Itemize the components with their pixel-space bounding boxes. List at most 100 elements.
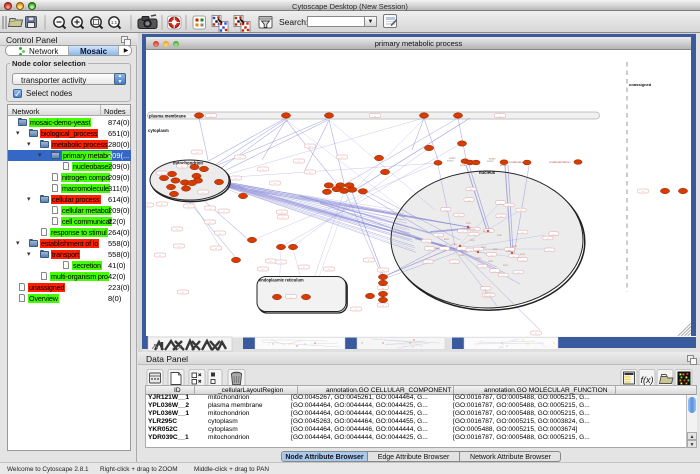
svg-text:․․․: ․․․ (437, 234, 440, 237)
svg-text:․․․: ․․․ (262, 168, 265, 171)
svg-text:․․․: ․․․ (521, 231, 524, 234)
svg-text:․․․: ․․․ (374, 115, 377, 118)
svg-text:․․․: ․․․ (547, 237, 550, 240)
svg-text:xxxx: xxxx (488, 260, 494, 263)
svg-text:․․․: ․․․ (281, 211, 284, 214)
svg-text:․․․: ․․․ (182, 291, 185, 294)
svg-text:xxxx: xxxx (470, 228, 476, 231)
svg-text:․․․: ․․․ (223, 210, 226, 213)
svg-text:xxxx: xxxx (506, 250, 512, 253)
svg-text:unassigned: unassigned (629, 82, 652, 87)
svg-text:xxxx: xxxx (444, 238, 450, 241)
svg-text:xxxxx: xxxxx (519, 161, 526, 164)
svg-text:․․․: ․․․ (309, 145, 312, 148)
svg-text:․․․: ․․․ (489, 294, 492, 297)
svg-text:xxxx: xxxx (483, 230, 489, 233)
svg-text:․․․: ․․․ (461, 230, 464, 233)
svg-text:․․․: ․․․ (513, 255, 516, 258)
svg-text:․․․: ․․․ (473, 233, 476, 236)
svg-text:․․․: ․․․ (355, 308, 358, 311)
svg-text:․․․: ․․․ (298, 160, 301, 163)
svg-text:endoplasmic reticulum: endoplasmic reticulum (259, 278, 304, 283)
svg-text:xxxx: xxxx (493, 248, 499, 251)
svg-text:․․․: ․․․ (181, 165, 184, 168)
svg-text:․․․: ․․․ (161, 172, 164, 175)
svg-text:․․․: ․․․ (642, 190, 645, 193)
svg-text:․․․: ․․․ (468, 199, 471, 202)
svg-text:․․․: ․․․ (202, 191, 205, 194)
svg-text:․․․: ․․․ (481, 265, 484, 268)
svg-text:․․․: ․․․ (309, 171, 312, 174)
svg-text:․․․: ․․․ (493, 270, 496, 273)
svg-text:․․․: ․․․ (517, 271, 520, 274)
svg-text:․․․: ․․․ (499, 202, 502, 205)
svg-text:․․․: ․․․ (235, 177, 238, 180)
svg-text:․․․: ․․․ (427, 261, 430, 264)
svg-text:․․․: ․․․ (443, 248, 446, 251)
svg-text:․․․: ․․․ (341, 156, 344, 159)
svg-text:․․․: ․․․ (382, 287, 385, 290)
svg-text:xxxxx: xxxxx (460, 164, 467, 167)
svg-text:․․․: ․․․ (215, 247, 218, 250)
svg-text:․․․: ․․․ (209, 207, 212, 210)
svg-text:․․․: ․․․ (303, 266, 306, 269)
svg-text:․․․: ․․․ (425, 240, 428, 243)
svg-text:․․․: ․․․ (500, 215, 503, 218)
svg-text:xxxxx: xxxxx (489, 158, 496, 161)
svg-text:․․․: ․․․ (502, 274, 505, 277)
svg-text:․․․: ․․․ (219, 232, 222, 235)
svg-text:․․․: ․․․ (490, 253, 493, 256)
svg-text:․․․: ․․․ (458, 214, 461, 217)
svg-text:․․․: ․․․ (382, 304, 385, 307)
svg-text:xxxx: xxxx (466, 222, 472, 225)
svg-text:․․․: ․․․ (428, 248, 431, 251)
svg-text:․․․: ․․․ (262, 268, 265, 271)
svg-text:xxxx: xxxx (503, 264, 509, 267)
svg-text:․․․: ․․․ (548, 249, 551, 252)
svg-text:plasma membrane: plasma membrane (149, 113, 186, 118)
svg-text:xxxxx: xxxxx (449, 157, 456, 160)
svg-text:xxxxx: xxxxx (564, 161, 571, 164)
svg-text:․․․: ․․․ (470, 188, 473, 191)
svg-text:xxxx: xxxx (497, 234, 503, 237)
svg-text:xxxx: xxxx (452, 243, 458, 246)
svg-text:xxxx: xxxx (481, 246, 487, 249)
svg-text:․․․: ․․․ (552, 233, 555, 236)
svg-text:xxxx: xxxx (470, 239, 476, 242)
svg-text:xxxxx: xxxxx (500, 164, 507, 167)
svg-text:․․․: ․․․ (282, 216, 285, 219)
svg-text:․․․: ․․․ (209, 221, 212, 224)
svg-text:․․․: ․․․ (470, 249, 473, 252)
svg-text:․․․: ․․․ (290, 296, 293, 299)
svg-text:․․․: ․․․ (210, 115, 213, 118)
svg-text:․․․: ․․․ (477, 248, 480, 251)
svg-text:nucleus: nucleus (479, 170, 496, 175)
svg-text:․․․: ․․․ (274, 182, 277, 185)
svg-text:․․․: ․․․ (239, 156, 242, 159)
svg-text:xxxx: xxxx (476, 257, 482, 260)
svg-text:․․․: ․․․ (368, 259, 371, 262)
svg-text:․․․: ․․․ (521, 258, 524, 261)
svg-text:․․․: ․․․ (159, 254, 162, 257)
svg-text:․․․: ․․․ (453, 261, 456, 264)
svg-text:․․․: ․․․ (499, 115, 502, 118)
svg-text:f(x): f(x) (641, 375, 654, 385)
svg-text:․․․: ․․․ (147, 204, 150, 207)
svg-text:cytoplasm: cytoplasm (148, 128, 169, 133)
svg-text:․․․: ․․․ (382, 269, 385, 272)
svg-text:xxxx: xxxx (520, 253, 526, 256)
svg-text:․․․: ․․․ (178, 245, 181, 248)
svg-text:․․․: ․․․ (280, 261, 283, 264)
svg-text:․․․: ․․․ (484, 287, 487, 290)
svg-text:․․․: ․․․ (328, 268, 331, 271)
svg-text:․․․: ․․․ (188, 205, 191, 208)
svg-text:1:1: 1:1 (111, 20, 118, 25)
svg-text:․․․: ․․․ (270, 260, 273, 263)
svg-text:․․․: ․․․ (196, 151, 199, 154)
svg-text:xxxx: xxxx (512, 245, 518, 248)
svg-text:․․․: ․․․ (176, 228, 179, 231)
svg-text:․․․: ․․․ (520, 209, 523, 212)
svg-text:․․․: ․․․ (535, 332, 538, 335)
svg-text:․․․: ․․․ (461, 248, 464, 251)
svg-text:․․․: ․․․ (508, 204, 511, 207)
